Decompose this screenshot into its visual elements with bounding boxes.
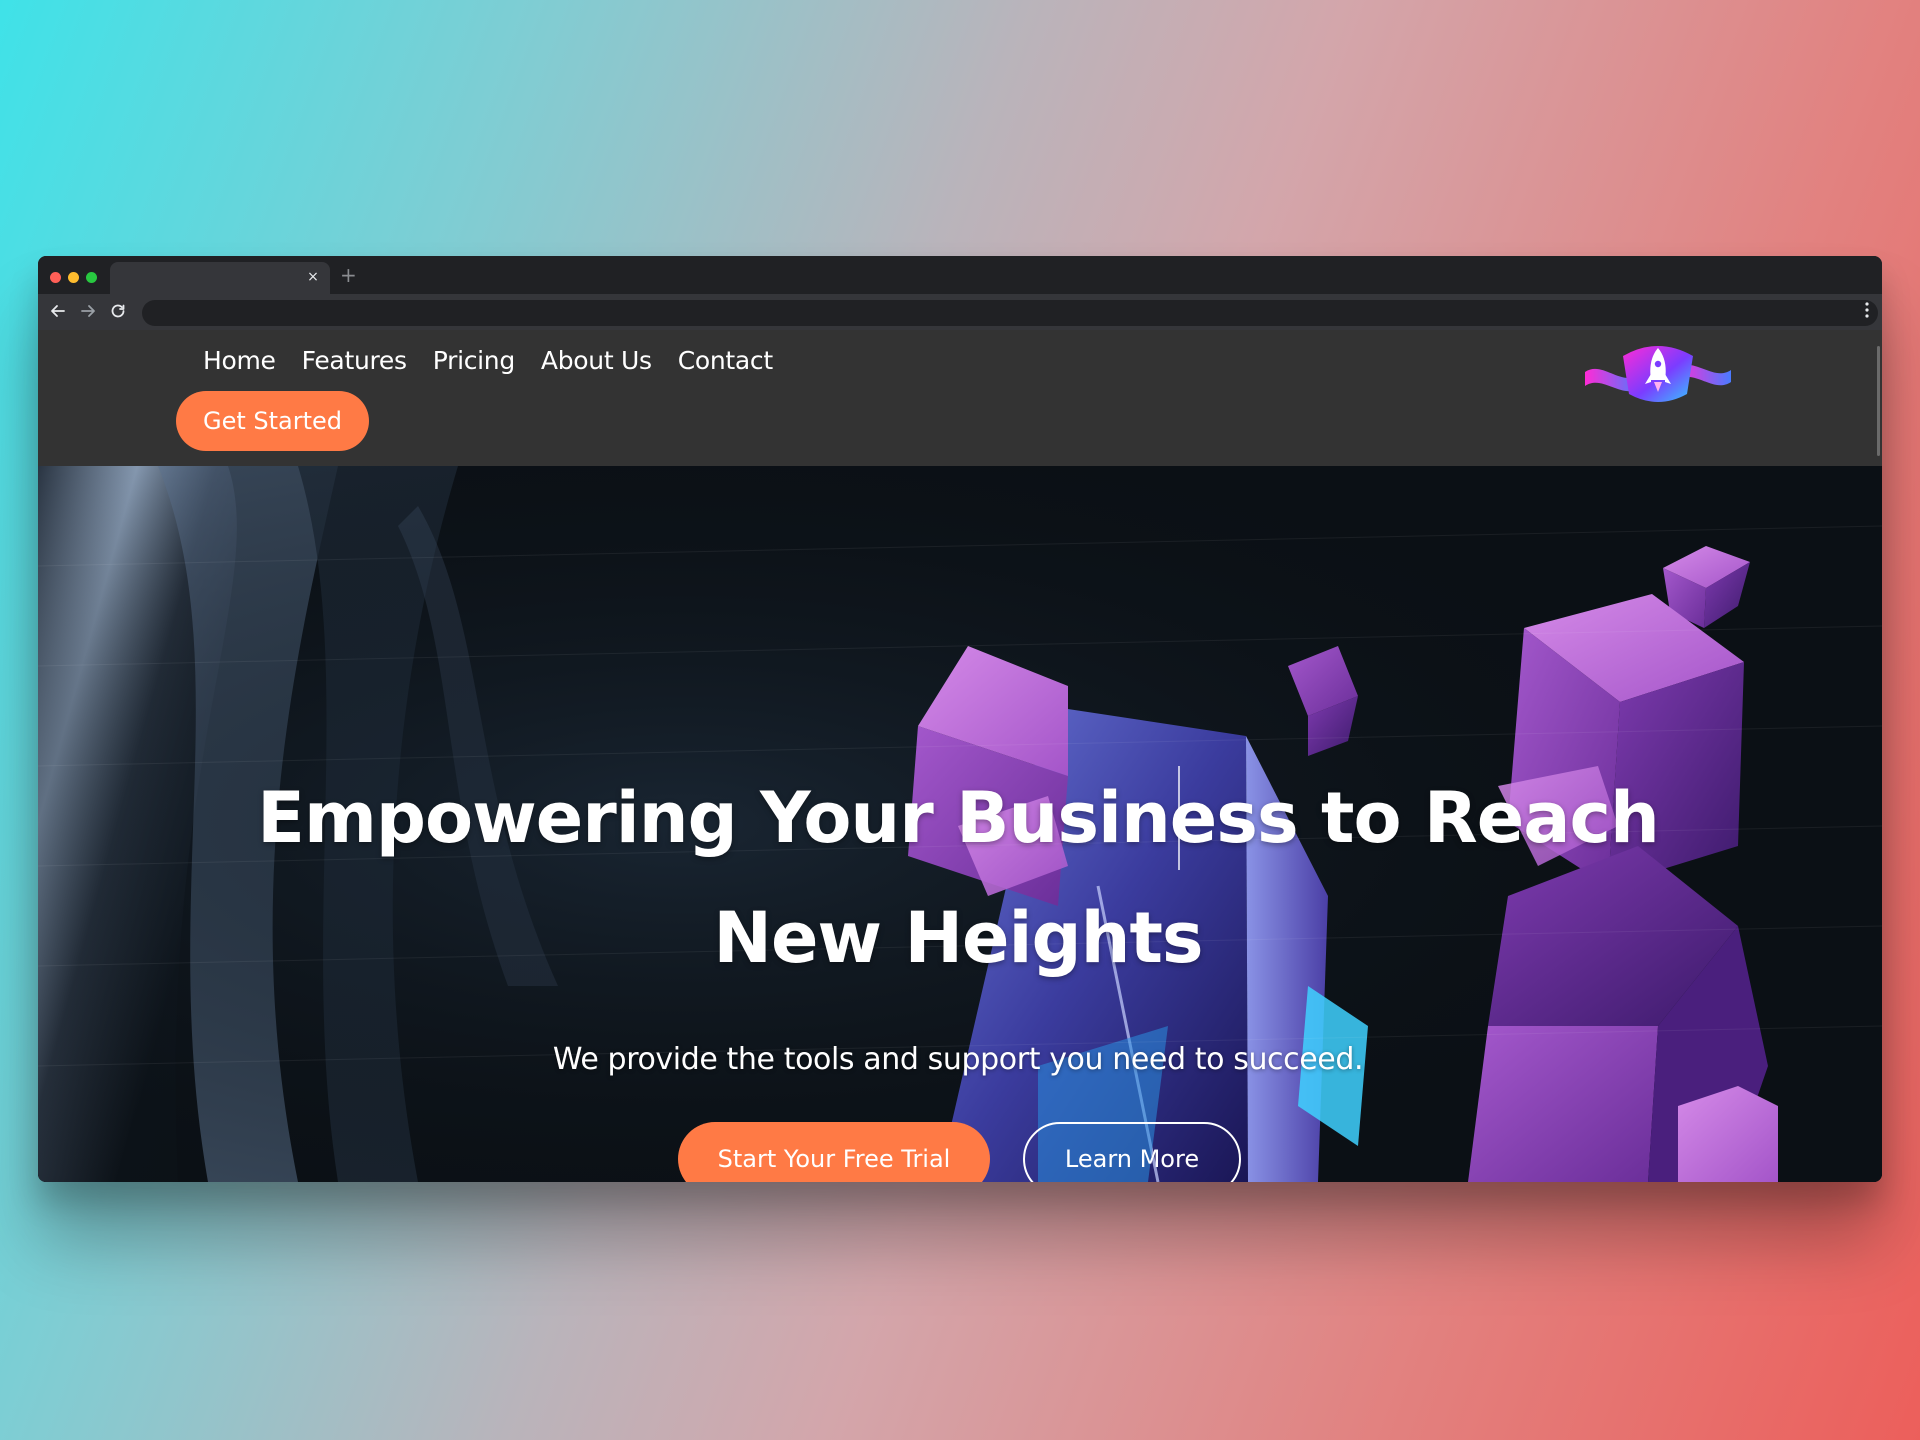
- hero-section: Empowering Your Business to Reach New He…: [38, 466, 1882, 1182]
- hero-title-line-2: New Heights: [713, 897, 1203, 979]
- rocket-logo[interactable]: [1583, 338, 1733, 408]
- browser-window: × + Home Features Pricing About Us Conta…: [38, 256, 1882, 1182]
- get-started-button[interactable]: Get Started: [176, 391, 369, 451]
- window-maximize-dot[interactable]: [86, 272, 97, 283]
- nav-link-pricing[interactable]: Pricing: [433, 342, 515, 380]
- window-minimize-dot[interactable]: [68, 272, 79, 283]
- address-bar[interactable]: [142, 300, 1878, 326]
- page-scrollbar[interactable]: [1877, 346, 1880, 456]
- page-viewport: Home Features Pricing About Us Contact G…: [38, 330, 1882, 1182]
- back-arrow-icon[interactable]: [48, 301, 68, 321]
- hero-title-line-1: Empowering Your Business to Reach: [257, 777, 1660, 859]
- learn-more-button[interactable]: Learn More: [1023, 1122, 1241, 1182]
- start-free-trial-button[interactable]: Start Your Free Trial: [678, 1122, 990, 1182]
- browser-tab-strip: × +: [38, 256, 1882, 294]
- nav-link-contact[interactable]: Contact: [678, 342, 773, 380]
- window-close-dot[interactable]: [50, 272, 61, 283]
- kebab-menu-icon[interactable]: [1864, 301, 1870, 324]
- text-cursor: [1178, 766, 1180, 870]
- tab-close-icon[interactable]: ×: [304, 267, 322, 287]
- new-tab-icon[interactable]: +: [340, 264, 357, 286]
- hero-subtitle: We provide the tools and support you nee…: [552, 1042, 1364, 1077]
- reload-icon[interactable]: [108, 301, 128, 321]
- browser-toolbar: [38, 294, 1882, 330]
- nav-link-features[interactable]: Features: [302, 342, 407, 380]
- main-nav: Home Features Pricing About Us Contact: [203, 342, 773, 380]
- hero-title: Empowering Your Business to Reach New He…: [188, 758, 1728, 998]
- nav-link-home[interactable]: Home: [203, 342, 276, 380]
- forward-arrow-icon[interactable]: [78, 301, 98, 321]
- browser-tab[interactable]: ×: [110, 262, 330, 294]
- nav-link-about-us[interactable]: About Us: [541, 342, 652, 380]
- site-header: Home Features Pricing About Us Contact G…: [38, 330, 1882, 466]
